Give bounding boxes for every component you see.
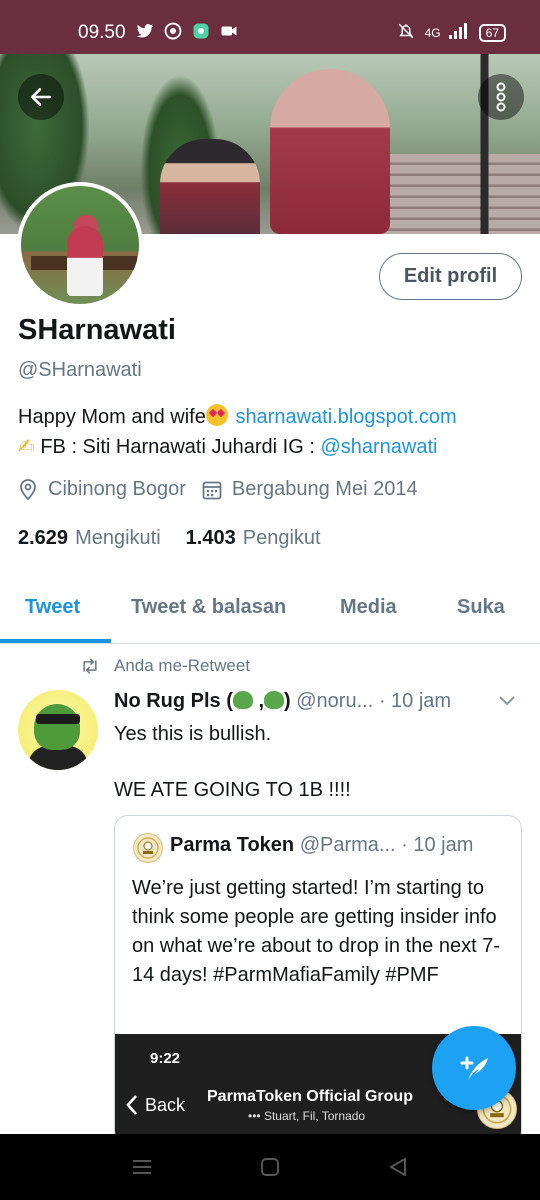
- followers-count: 1.403: [185, 527, 236, 549]
- retweet-label: Anda me-Retweet: [114, 656, 251, 675]
- followers-label: Pengikut: [242, 527, 321, 549]
- profile-bio: Happy Mom and wife sharnawati.blogspot.c…: [18, 402, 528, 462]
- banner-person-woman: [270, 69, 390, 234]
- retweet-context: Anda me-Retweet: [80, 656, 250, 676]
- media-back-label: Back: [145, 1094, 186, 1115]
- followers-link[interactable]: 1.403 Pengikut: [186, 527, 321, 550]
- battery-indicator: 67: [478, 23, 506, 42]
- compose-tweet-button[interactable]: [432, 1026, 516, 1110]
- profile-location: Cibinong Bogor: [48, 478, 186, 500]
- location-pin-icon: [18, 478, 38, 501]
- banner-person-child: [160, 139, 260, 234]
- quoted-text: We’re just getting started! I’m starting…: [132, 877, 501, 986]
- tab-tweet[interactable]: Tweet: [25, 596, 80, 619]
- chevron-left-icon: [126, 1095, 137, 1115]
- chrome-icon: [164, 22, 182, 40]
- bio-website-link[interactable]: sharnawati.blogspot.com: [235, 406, 456, 428]
- following-link[interactable]: 2.629 Mengikuti: [18, 527, 161, 550]
- back-triangle-icon[interactable]: [387, 1156, 409, 1178]
- quoted-author-handle: @Parma...: [299, 834, 396, 856]
- following-label: Mengikuti: [75, 527, 161, 549]
- more-vertical-icon: [496, 82, 506, 112]
- app-icon: [192, 22, 210, 40]
- video-icon: [220, 22, 238, 40]
- parma-logo-icon: [137, 837, 159, 859]
- tweet-author-name: No Rug Pls ( ,): [114, 690, 291, 712]
- writing-hand-emoji-icon: ✍: [18, 436, 35, 458]
- home-icon[interactable]: [259, 1156, 281, 1178]
- tweet-text: Yes this is bullish. WE ATE GOING TO 1B …: [114, 723, 351, 801]
- tweet-author-handle: @noru...: [296, 690, 374, 712]
- compose-feather-icon: [460, 1056, 488, 1080]
- frog-emoji-icon: [264, 691, 285, 709]
- mute-icon: [395, 22, 417, 43]
- status-time: 09.50: [78, 22, 126, 43]
- recents-icon[interactable]: [131, 1156, 153, 1178]
- media-back: Back: [125, 1094, 185, 1116]
- frog-emoji-icon: [232, 691, 253, 709]
- profile-avatar[interactable]: [17, 182, 143, 308]
- profile-joined-date: Bergabung Mei 2014: [231, 478, 418, 500]
- media-group-subtitle: ••• Stuart, Fil, Tornado: [248, 1109, 366, 1123]
- bio-text-line2: FB : Siti Harnawati Juhardi IG :: [40, 436, 321, 458]
- quoted-author-name: Parma Token: [170, 834, 295, 856]
- quoted-header: Parma Token @Parma... · 10 jam: [170, 834, 515, 857]
- profile-meta: Cibinong Bogor Bergabung Mei 2014: [18, 478, 418, 501]
- back-button[interactable]: [18, 74, 64, 120]
- tab-likes[interactable]: Suka: [457, 596, 505, 619]
- avatar-glasses: [36, 714, 80, 724]
- heart-eyes-emoji-icon: [205, 404, 228, 426]
- tweet-header[interactable]: No Rug Pls ( ,) @noru... · 10 jam: [114, 690, 524, 713]
- chevron-down-icon: [499, 696, 515, 706]
- android-nav-bar: [0, 1134, 540, 1200]
- status-bar: 09.50 4G 67: [0, 0, 540, 54]
- network-type: 4G: [424, 25, 441, 40]
- bio-text: Happy Mom and wife: [18, 406, 206, 428]
- follow-stats: 2.629 Mengikuti 1.403 Pengikut: [18, 527, 321, 550]
- following-count: 2.629: [18, 527, 69, 549]
- tab-tweet-replies[interactable]: Tweet & balasan: [131, 596, 286, 619]
- notification-icons: [136, 22, 238, 40]
- tweet-author-avatar[interactable]: [18, 690, 98, 770]
- calendar-icon: [202, 479, 222, 501]
- tab-media[interactable]: Media: [340, 596, 397, 619]
- twitter-icon: [136, 22, 154, 40]
- tweet-time: · 10 jam: [378, 690, 452, 712]
- retweet-icon: [80, 658, 104, 674]
- avatar-figure: [67, 226, 103, 296]
- quoted-time: · 10 jam: [401, 834, 474, 856]
- media-group-title: ParmaToken Official Group: [207, 1088, 413, 1105]
- profile-handle: @SHarnawati: [18, 359, 142, 381]
- tweet-menu-button[interactable]: [498, 694, 516, 712]
- profile-tabs: Tweet Tweet & balasan Media Suka: [0, 590, 540, 644]
- arrow-left-icon: [31, 88, 51, 106]
- bio-instagram-link[interactable]: @sharnawati: [320, 436, 437, 458]
- system-icons: 4G 67: [395, 22, 506, 43]
- display-name: SHarnawati: [18, 314, 176, 346]
- signal-icon: [448, 23, 471, 42]
- avatar-frog-head: [34, 704, 80, 750]
- edit-profile-button[interactable]: Edit profil: [379, 253, 522, 300]
- quoted-author-avatar: [133, 833, 163, 863]
- active-tab-indicator: [0, 639, 111, 643]
- media-time: 9:22: [150, 1050, 181, 1067]
- more-options-button[interactable]: [478, 74, 524, 120]
